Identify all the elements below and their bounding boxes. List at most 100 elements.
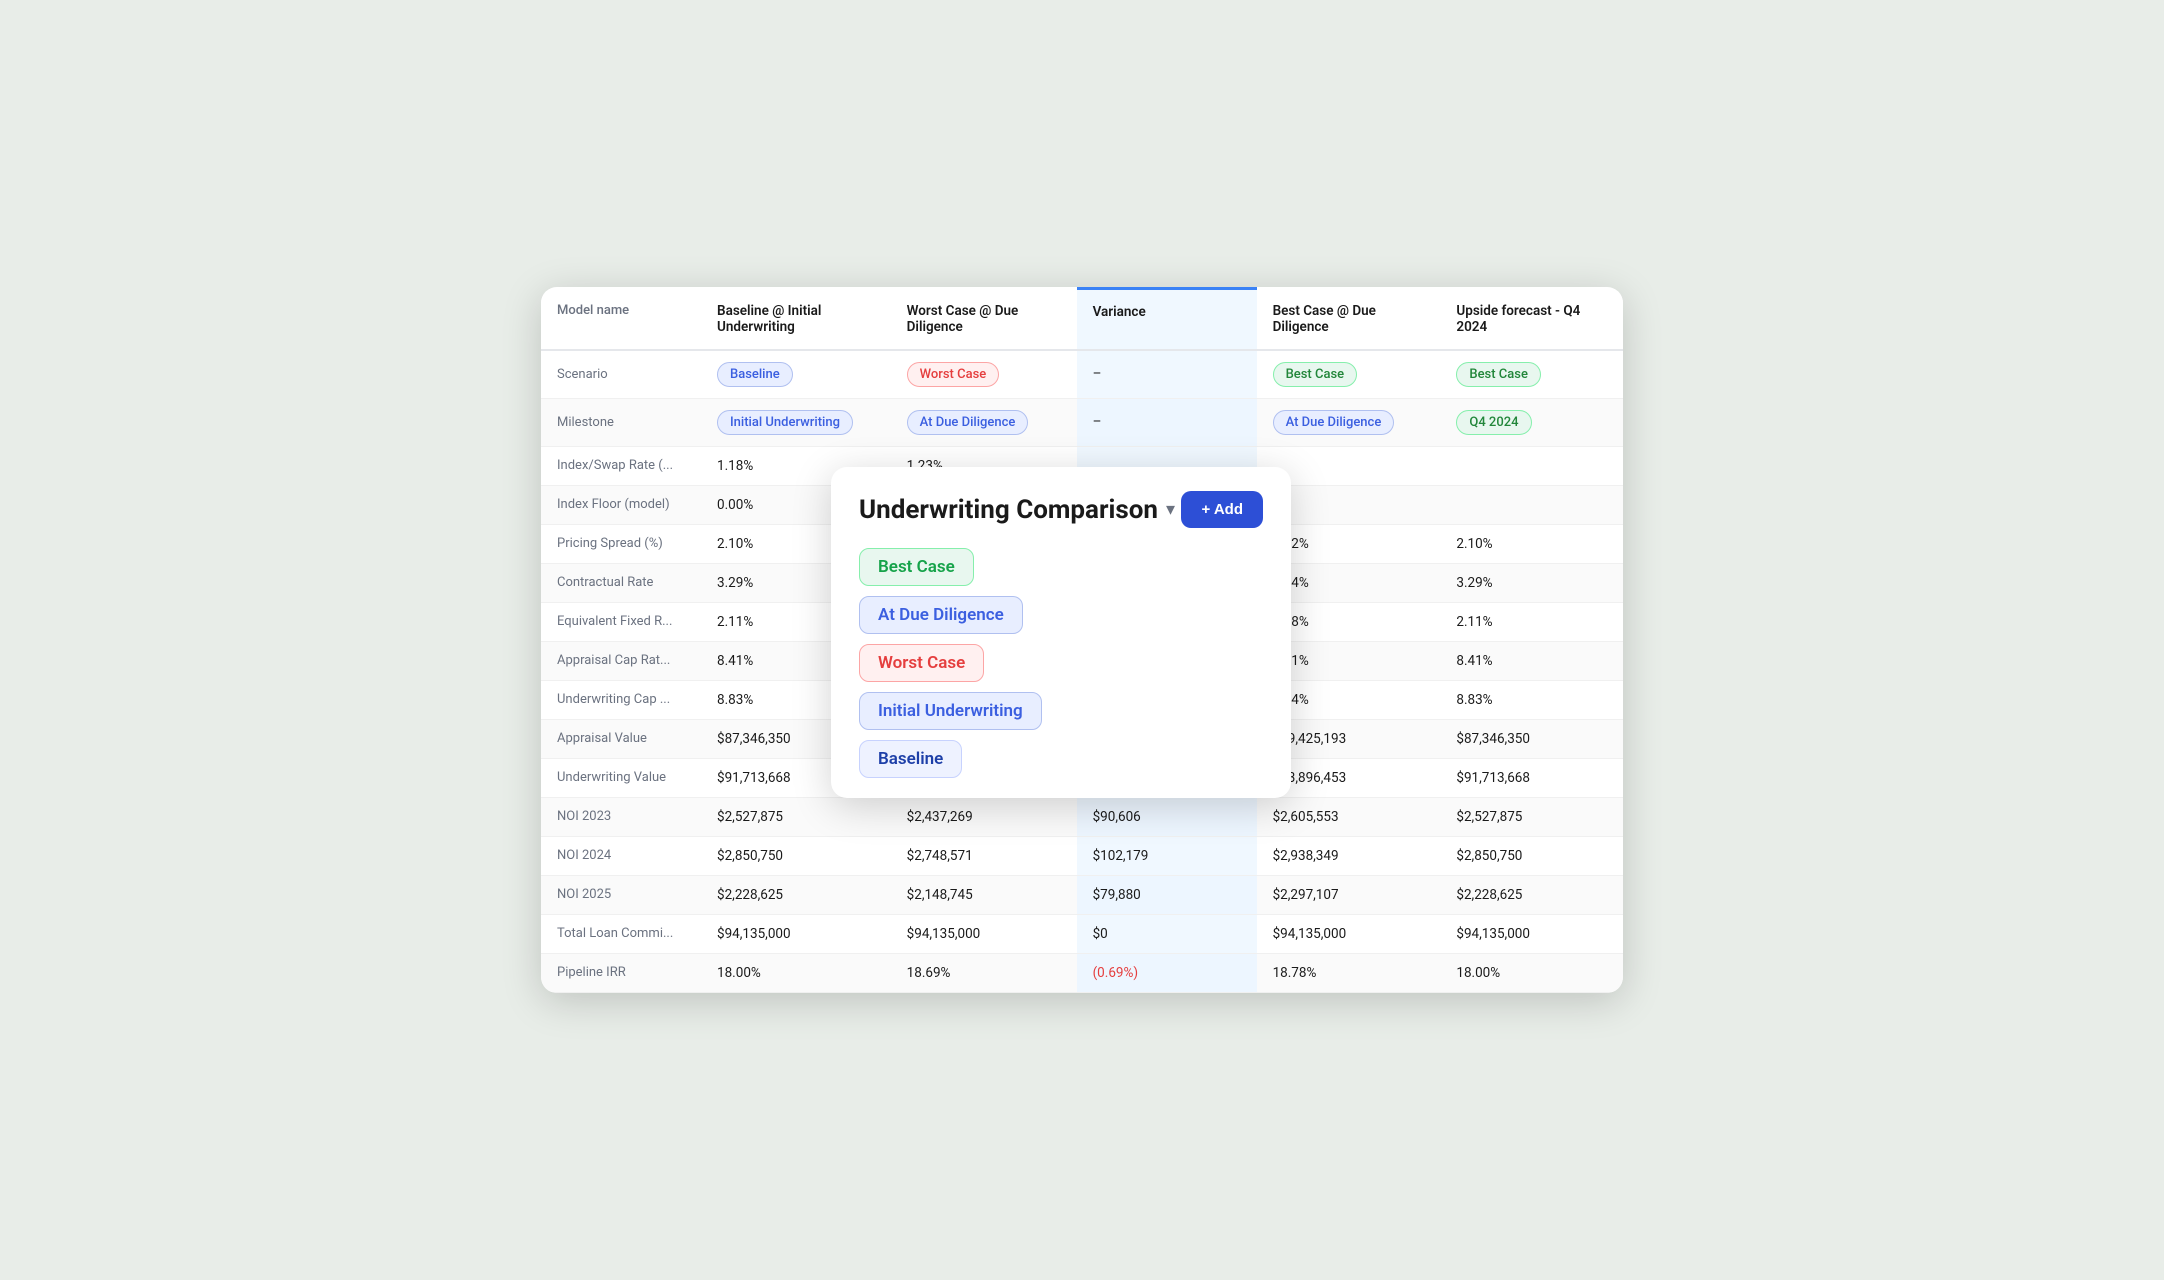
data-baseline-cell: $94,135,000 (701, 914, 891, 953)
data-upside-cell: $2,228,625 (1440, 875, 1623, 914)
row-label: Appraisal Cap Rat... (541, 641, 701, 680)
data-worst-cell: $94,135,000 (891, 914, 1077, 953)
data-variance-cell: $102,179 (1077, 836, 1257, 875)
data-worst-cell: $2,748,571 (891, 836, 1077, 875)
table-row: ScenarioBaselineWorst Case–Best CaseBest… (541, 350, 1623, 399)
overlay-header: Underwriting Comparison ▾ + Add (859, 491, 1263, 528)
scenario-upside-cell: Best Case (1440, 350, 1623, 399)
milestone-worst-cell: At Due Diligence (891, 398, 1077, 446)
dropdown-icon[interactable]: ▾ (1166, 499, 1175, 520)
milestone-best-cell: At Due Diligence (1257, 398, 1441, 446)
scenario-baseline-cell: Baseline (701, 350, 891, 399)
tag-initial[interactable]: Initial Underwriting (859, 692, 1042, 730)
row-label: Pricing Spread (%) (541, 524, 701, 563)
data-upside-cell: 3.29% (1440, 563, 1623, 602)
tag-at-due[interactable]: At Due Diligence (859, 596, 1023, 634)
data-upside-cell: $2,527,875 (1440, 797, 1623, 836)
table-row: NOI 2025$2,228,625$2,148,745$79,880$2,29… (541, 875, 1623, 914)
milestone-initial-badge: Initial Underwriting (717, 410, 853, 435)
row-label: NOI 2024 (541, 836, 701, 875)
best-col-header: Best Case @ Due Diligence (1257, 289, 1441, 350)
row-label: Contractual Rate (541, 563, 701, 602)
best-badge: Best Case (1273, 362, 1358, 387)
table-row: NOI 2023$2,527,875$2,437,269$90,606$2,60… (541, 797, 1623, 836)
overlay-title-group: Underwriting Comparison ▾ (859, 495, 1175, 525)
table-row: NOI 2024$2,850,750$2,748,571$102,179$2,9… (541, 836, 1623, 875)
model-name-label: Model name (557, 303, 629, 318)
data-upside-cell (1440, 446, 1623, 485)
row-label: Index Floor (model) (541, 485, 701, 524)
tag-best-case[interactable]: Best Case (859, 548, 974, 586)
data-upside-cell: 8.41% (1440, 641, 1623, 680)
milestone-variance-cell: – (1077, 398, 1257, 446)
data-best-cell: 18.78% (1257, 953, 1441, 992)
scenario-best-cell: Best Case (1257, 350, 1441, 399)
tag-list: Best Case At Due Diligence Worst Case Initi… (859, 548, 1263, 778)
data-upside-cell: $87,346,350 (1440, 719, 1623, 758)
variance-col-label: Variance (1093, 304, 1146, 320)
data-upside-cell: 18.00% (1440, 953, 1623, 992)
baseline-col-header: Baseline @ Initial Underwriting (701, 289, 891, 350)
table-row: Pipeline IRR18.00%18.69%(0.69%)18.78%18.… (541, 953, 1623, 992)
row-label: Index/Swap Rate (... (541, 446, 701, 485)
data-upside-cell: $94,135,000 (1440, 914, 1623, 953)
data-upside-cell: $91,713,668 (1440, 758, 1623, 797)
row-label: Equivalent Fixed R... (541, 602, 701, 641)
row-label: Appraisal Value (541, 719, 701, 758)
table-row: Total Loan Commi...$94,135,000$94,135,00… (541, 914, 1623, 953)
worst-badge: Worst Case (907, 362, 1000, 387)
overlay-title: Underwriting Comparison (859, 495, 1158, 525)
tag-baseline[interactable]: Baseline (859, 740, 962, 778)
data-upside-cell: 2.10% (1440, 524, 1623, 563)
data-variance-cell: (0.69%) (1077, 953, 1257, 992)
data-baseline-cell: 18.00% (701, 953, 891, 992)
row-label: Scenario (541, 350, 701, 399)
data-best-cell: $2,297,107 (1257, 875, 1441, 914)
table-row: Milestone Initial Underwriting At Due Dili… (541, 398, 1623, 446)
data-worst-cell: $2,148,745 (891, 875, 1077, 914)
data-best-cell: $2,605,553 (1257, 797, 1441, 836)
baseline-col-label: Baseline @ Initial Underwriting (717, 303, 821, 335)
overlay-panel: Underwriting Comparison ▾ + Add Best Cas… (831, 467, 1291, 798)
row-label: Underwriting Value (541, 758, 701, 797)
data-baseline-cell: $2,228,625 (701, 875, 891, 914)
row-label: Underwriting Cap ... (541, 680, 701, 719)
row-label: Milestone (541, 398, 701, 446)
row-label: Total Loan Commi... (541, 914, 701, 953)
data-best-cell: $94,135,000 (1257, 914, 1441, 953)
row-label: NOI 2025 (541, 875, 701, 914)
milestone-baseline-cell: Initial Underwriting (701, 398, 891, 446)
worst-col-label: Worst Case @ Due Diligence (907, 303, 1019, 335)
data-upside-cell (1440, 485, 1623, 524)
worst-col-header: Worst Case @ Due Diligence (891, 289, 1077, 350)
baseline-badge: Baseline (717, 362, 793, 387)
negative-variance: (0.69%) (1093, 965, 1139, 981)
row-label: Pipeline IRR (541, 953, 701, 992)
data-upside-cell: $2,850,750 (1440, 836, 1623, 875)
data-upside-cell: 8.83% (1440, 680, 1623, 719)
data-worst-cell: $2,437,269 (891, 797, 1077, 836)
model-name-col-header: Model name (541, 289, 701, 350)
data-variance-cell: $79,880 (1077, 875, 1257, 914)
data-baseline-cell: $2,850,750 (701, 836, 891, 875)
milestone-due-badge: At Due Diligence (907, 410, 1029, 435)
scenario-variance-cell: – (1077, 350, 1257, 399)
upside-badge: Best Case (1456, 362, 1541, 387)
row-label: NOI 2023 (541, 797, 701, 836)
tag-worst-case[interactable]: Worst Case (859, 644, 984, 682)
upside-col-header: Upside forecast - Q4 2024 (1440, 289, 1623, 350)
data-baseline-cell: $2,527,875 (701, 797, 891, 836)
milestone-q4-badge: Q4 2024 (1456, 410, 1531, 435)
main-container: Model name Baseline @ Initial Underwriti… (541, 287, 1623, 993)
add-button[interactable]: + Add (1181, 491, 1263, 528)
data-worst-cell: 18.69% (891, 953, 1077, 992)
data-variance-cell: $90,606 (1077, 797, 1257, 836)
data-variance-cell: $0 (1077, 914, 1257, 953)
data-best-cell: $2,938,349 (1257, 836, 1441, 875)
milestone-upside-cell: Q4 2024 (1440, 398, 1623, 446)
scenario-worst-cell: Worst Case (891, 350, 1077, 399)
variance-col-header: Variance (1077, 289, 1257, 350)
best-col-label: Best Case @ Due Diligence (1273, 303, 1376, 335)
upside-col-label: Upside forecast - Q4 2024 (1456, 303, 1580, 335)
data-upside-cell: 2.11% (1440, 602, 1623, 641)
